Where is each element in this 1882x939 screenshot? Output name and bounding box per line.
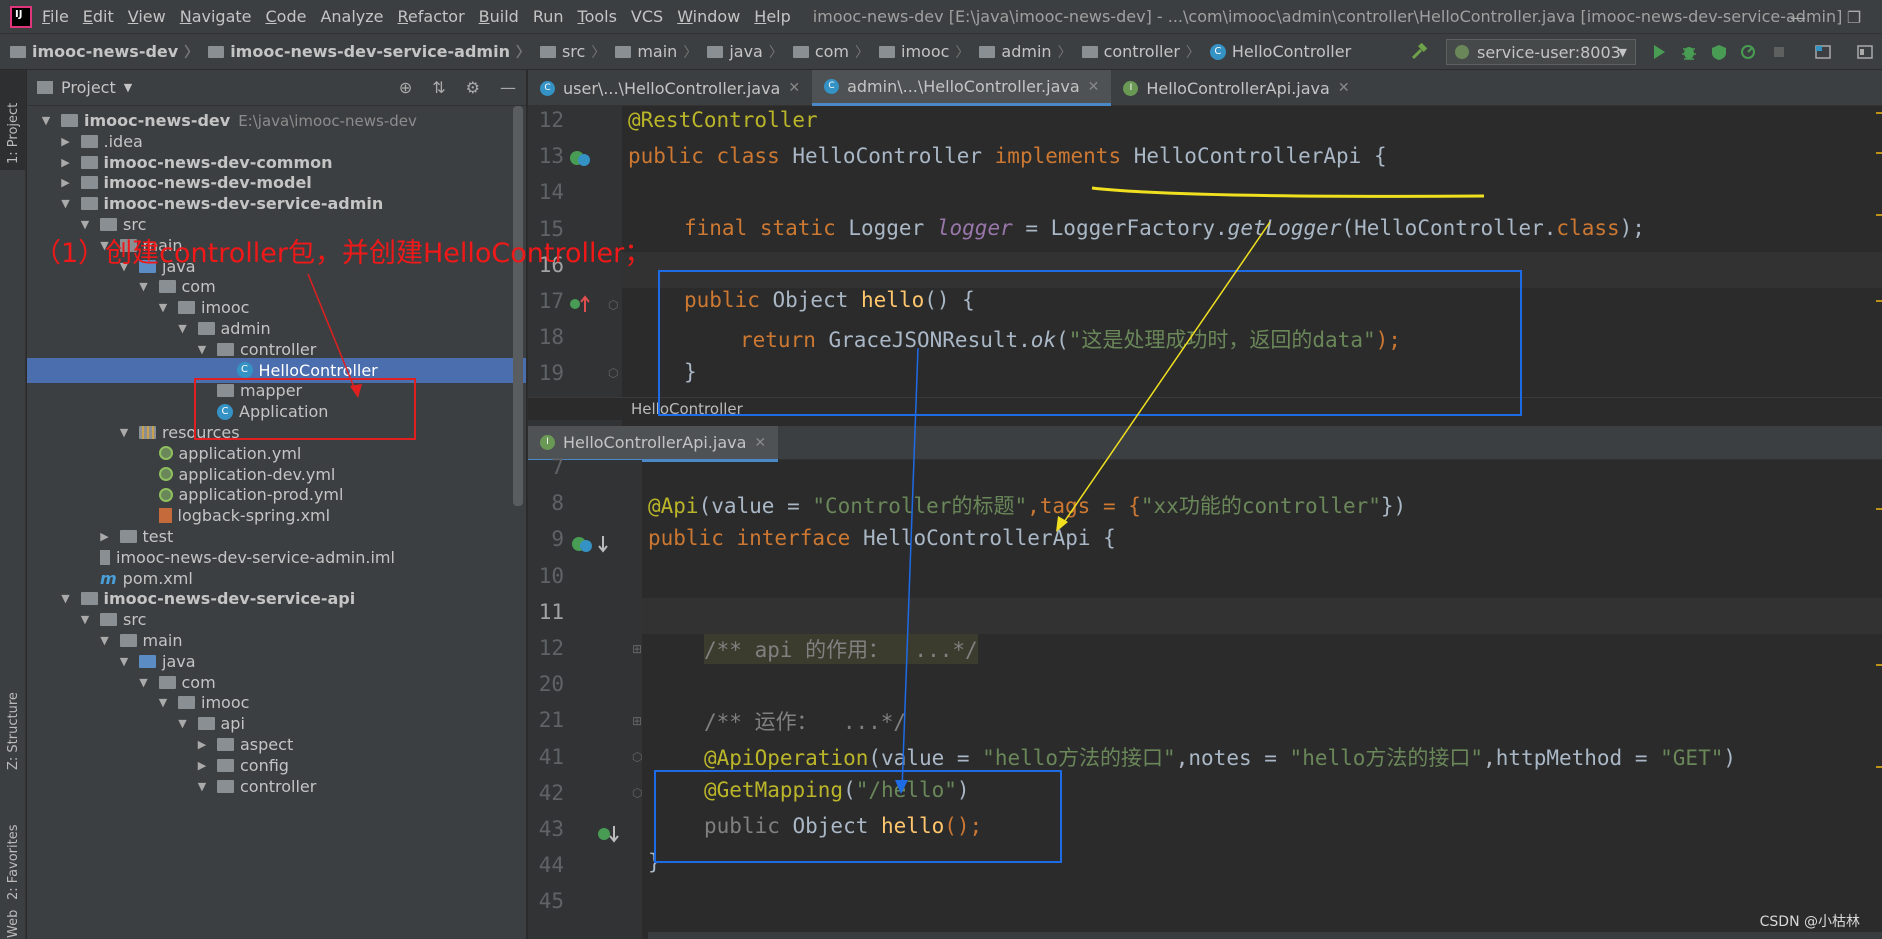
blue-arrow-head <box>895 780 908 794</box>
yellow-arrow-line <box>1059 221 1271 529</box>
annotation-text: （1）创建controller包，并创建HelloController； <box>34 238 652 269</box>
red-arrow-line <box>307 273 357 393</box>
red-arrow-head <box>350 384 362 398</box>
yellow-underline <box>1091 186 1485 198</box>
blue-arrow-line <box>901 347 919 791</box>
annotation-arrows <box>307 186 1485 794</box>
watermark: CSDN @小枯林 <box>1759 914 1860 930</box>
